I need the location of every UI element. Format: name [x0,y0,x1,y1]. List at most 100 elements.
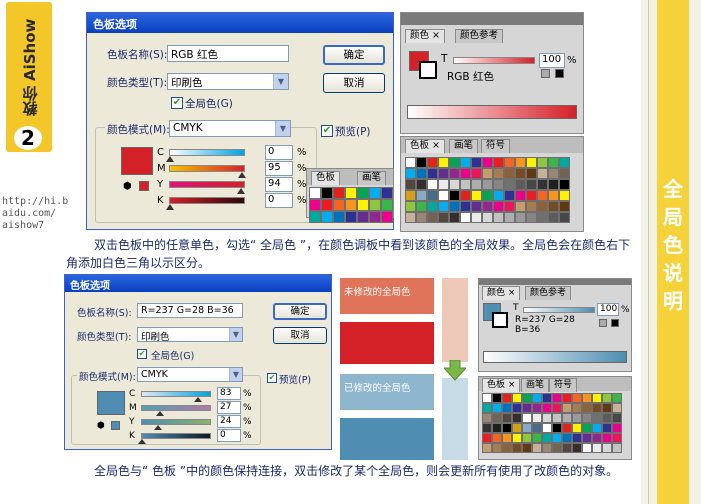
slider-thumb[interactable] [154,425,162,430]
color-swatch[interactable] [582,433,592,443]
none-swatch[interactable] [541,69,550,78]
color-swatch[interactable] [592,413,602,423]
tint-ramp[interactable] [407,105,577,119]
color-swatch[interactable] [592,403,602,413]
color-swatch[interactable] [381,187,393,199]
tab-swatches[interactable]: 色板 [311,171,341,185]
channel-m-slider[interactable] [169,165,245,172]
color-swatch[interactable] [537,157,548,168]
color-swatch[interactable] [522,443,532,453]
color-swatch[interactable] [493,168,504,179]
tint-input[interactable]: 100 [597,303,619,316]
color-swatch[interactable] [612,433,622,443]
color-swatch[interactable] [612,403,622,413]
color-swatch[interactable] [552,393,562,403]
color-swatch[interactable] [552,433,562,443]
color-swatch[interactable] [471,190,482,201]
tint-ramp[interactable] [483,351,627,363]
color-swatch[interactable] [602,413,612,423]
color-swatch[interactable] [333,187,345,199]
color-swatch[interactable] [345,211,357,223]
color-swatch[interactable] [471,157,482,168]
color-swatch[interactable] [572,423,582,433]
color-swatch[interactable] [504,168,515,179]
color-swatch[interactable] [512,443,522,453]
color-swatch[interactable] [572,403,582,413]
color-swatch[interactable] [333,211,345,223]
color-swatch[interactable] [471,201,482,212]
color-swatch[interactable] [309,211,321,223]
color-swatch[interactable] [482,179,493,190]
color-swatch[interactable] [542,433,552,443]
color-swatch[interactable] [559,157,570,168]
color-swatch[interactable] [612,423,622,433]
color-swatch[interactable] [522,413,532,423]
color-swatch[interactable] [492,433,502,443]
slider-thumb[interactable] [166,204,174,210]
color-swatch[interactable] [427,157,438,168]
tab-color[interactable]: 颜色 × [405,29,445,43]
color-swatch[interactable] [427,212,438,223]
color-swatch[interactable] [482,403,492,413]
color-swatch[interactable] [438,168,449,179]
color-swatch[interactable] [502,423,512,433]
color-swatch[interactable] [357,211,369,223]
color-swatch[interactable] [405,157,416,168]
color-swatch[interactable] [449,190,460,201]
channel-k-slider[interactable] [141,433,211,439]
color-swatch[interactable] [482,201,493,212]
tint-slider[interactable] [453,57,535,64]
color-swatch[interactable] [537,190,548,201]
color-swatch[interactable] [449,179,460,190]
color-swatch[interactable] [449,168,460,179]
color-swatch[interactable] [537,179,548,190]
color-swatch[interactable] [309,199,321,211]
color-swatch[interactable] [504,190,515,201]
color-swatch[interactable] [416,179,427,190]
color-swatch[interactable] [562,443,572,453]
color-mode-select[interactable]: CMYK ▼ [169,120,291,137]
color-swatch[interactable] [309,187,321,199]
color-swatch[interactable] [532,433,542,443]
color-swatch[interactable] [572,413,582,423]
color-swatch[interactable] [502,393,512,403]
color-swatch[interactable] [416,168,427,179]
color-swatch[interactable] [482,413,492,423]
color-swatch[interactable] [381,211,393,223]
slider-thumb[interactable] [166,156,174,162]
color-swatch[interactable] [493,190,504,201]
tab-color-guide[interactable]: 颜色参考 [525,286,572,300]
color-swatch[interactable] [438,212,449,223]
tab-color-guide[interactable]: 颜色参考 [455,29,504,43]
global-checkbox[interactable]: ✔ [171,97,183,109]
tab-symbols[interactable]: 符号 [549,378,578,392]
color-swatch[interactable] [612,443,622,453]
color-swatch[interactable] [542,423,552,433]
color-swatch[interactable] [532,443,542,453]
preview-checkbox[interactable]: ✔ [321,125,333,137]
channel-k-input[interactable]: 0 [265,193,293,208]
color-swatch[interactable] [333,199,345,211]
black-swatch[interactable] [611,319,619,327]
swatch-name-input[interactable]: RGB 红色 [167,45,289,62]
color-swatch[interactable] [548,157,559,168]
color-swatch[interactable] [492,403,502,413]
color-swatch[interactable] [427,201,438,212]
black-swatch[interactable] [555,69,564,78]
color-swatch[interactable] [482,190,493,201]
color-swatch[interactable] [542,443,552,453]
color-swatch[interactable] [321,187,333,199]
channel-m-slider[interactable] [141,405,211,411]
color-swatch[interactable] [321,199,333,211]
cancel-button[interactable]: 取消 [323,73,385,93]
color-swatch[interactable] [592,423,602,433]
color-swatch[interactable] [592,433,602,443]
color-swatch[interactable] [460,190,471,201]
color-swatch[interactable] [515,157,526,168]
ok-button[interactable]: 确定 [273,303,327,320]
color-swatch[interactable] [515,201,526,212]
ok-button[interactable]: 确定 [323,45,385,65]
color-swatch[interactable] [493,157,504,168]
color-swatch[interactable] [512,393,522,403]
color-swatch[interactable] [493,179,504,190]
